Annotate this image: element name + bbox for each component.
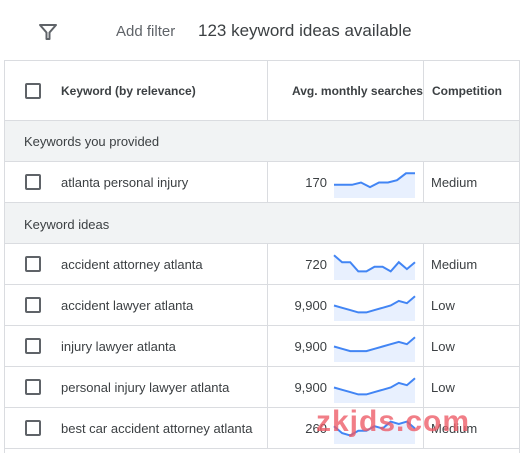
row-checkbox[interactable] — [25, 297, 41, 313]
table-row[interactable]: personal injury lawyer atlanta 9,900 Low — [5, 367, 519, 408]
monthly-searches: 170 — [305, 175, 327, 190]
filter-icon[interactable] — [38, 22, 58, 42]
keyword-text: personal injury lawyer atlanta — [61, 380, 230, 395]
keyword-table: Keyword (by relevance) Avg. monthly sear… — [4, 60, 520, 453]
monthly-searches: 9,900 — [294, 380, 327, 395]
competition-level: Medium — [431, 175, 478, 190]
competition-level: Low — [431, 380, 455, 395]
toolbar: Add filter 123 keyword ideas available — [0, 0, 523, 60]
section-header-provided: Keywords you provided — [5, 121, 519, 162]
trend-sparkline — [333, 254, 416, 280]
row-checkbox[interactable] — [25, 256, 41, 272]
column-header-competition[interactable]: Competition — [432, 84, 502, 98]
add-filter-button[interactable]: Add filter — [116, 23, 175, 40]
trend-sparkline — [333, 377, 416, 403]
section-label-ideas: Keyword ideas — [24, 217, 110, 232]
competition-level: Low — [431, 339, 455, 354]
column-header-keyword[interactable]: Keyword (by relevance) — [61, 84, 196, 98]
trend-sparkline — [334, 172, 415, 198]
row-checkbox[interactable] — [25, 379, 41, 395]
table-row[interactable]: injury lawyer atlanta 9,900 Low — [5, 326, 519, 367]
watermark-text: zkjds.com — [316, 405, 471, 438]
monthly-searches: 9,900 — [294, 298, 327, 313]
select-all-checkbox[interactable] — [25, 83, 41, 99]
row-checkbox[interactable] — [25, 338, 41, 354]
table-row[interactable]: atlanta personal injury 170 Medium — [5, 162, 519, 203]
competition-level: Low — [431, 298, 455, 313]
trend-sparkline — [333, 295, 416, 321]
table-row[interactable]: accident attorney atlanta 720 Medium — [5, 244, 519, 285]
row-checkbox[interactable] — [25, 174, 41, 190]
trend-sparkline — [333, 336, 416, 362]
keyword-text: atlanta personal injury — [61, 175, 189, 190]
keyword-text: accident lawyer atlanta — [61, 298, 194, 313]
competition-level: Medium — [431, 257, 478, 272]
table-row[interactable]: accident lawyer atlanta 9,900 Low — [5, 285, 519, 326]
keyword-text: injury lawyer atlanta — [61, 339, 176, 354]
section-header-ideas: Keyword ideas — [5, 203, 519, 244]
keyword-idea-count: 123 keyword ideas available — [198, 21, 412, 40]
monthly-searches: 720 — [305, 257, 327, 272]
monthly-searches: 9,900 — [294, 339, 327, 354]
keyword-text: accident attorney atlanta — [61, 257, 203, 272]
row-checkbox[interactable] — [25, 420, 41, 436]
keyword-text: best car accident attorney atlanta — [61, 421, 253, 436]
column-header-searches[interactable]: Avg. monthly searches — [292, 84, 423, 98]
table-header: Keyword (by relevance) Avg. monthly sear… — [5, 61, 519, 121]
section-label-provided: Keywords you provided — [24, 134, 160, 149]
